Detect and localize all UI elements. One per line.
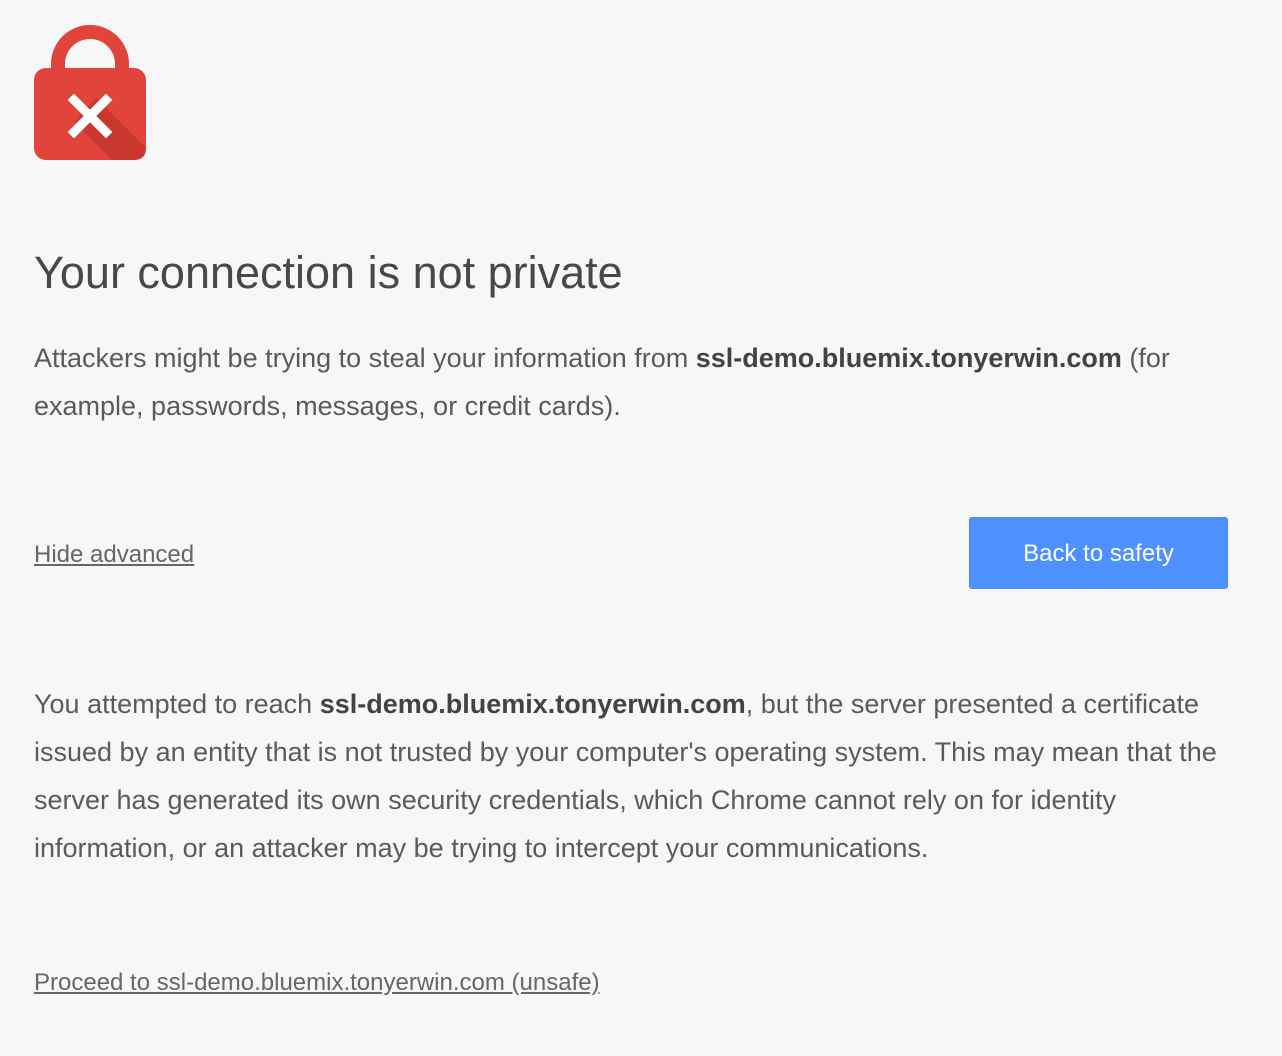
details-domain: ssl-demo.bluemix.tonyerwin.com bbox=[319, 689, 746, 719]
hide-advanced-link[interactable]: Hide advanced bbox=[34, 538, 194, 572]
details-message: You attempted to reach ssl-demo.bluemix.… bbox=[34, 680, 1234, 872]
details-prefix: You attempted to reach bbox=[34, 689, 320, 719]
summary-domain: ssl-demo.bluemix.tonyerwin.com bbox=[695, 343, 1122, 373]
proceed-unsafe-link[interactable]: Proceed to ssl-demo.bluemix.tonyerwin.co… bbox=[34, 966, 600, 1000]
main-message: Attackers might be trying to steal your … bbox=[34, 334, 1194, 430]
red-lock-error-icon bbox=[34, 22, 146, 162]
back-to-safety-button[interactable]: Back to safety bbox=[969, 517, 1228, 589]
page-title: Your connection is not private bbox=[34, 247, 623, 298]
summary-prefix: Attackers might be trying to steal your … bbox=[34, 343, 696, 373]
